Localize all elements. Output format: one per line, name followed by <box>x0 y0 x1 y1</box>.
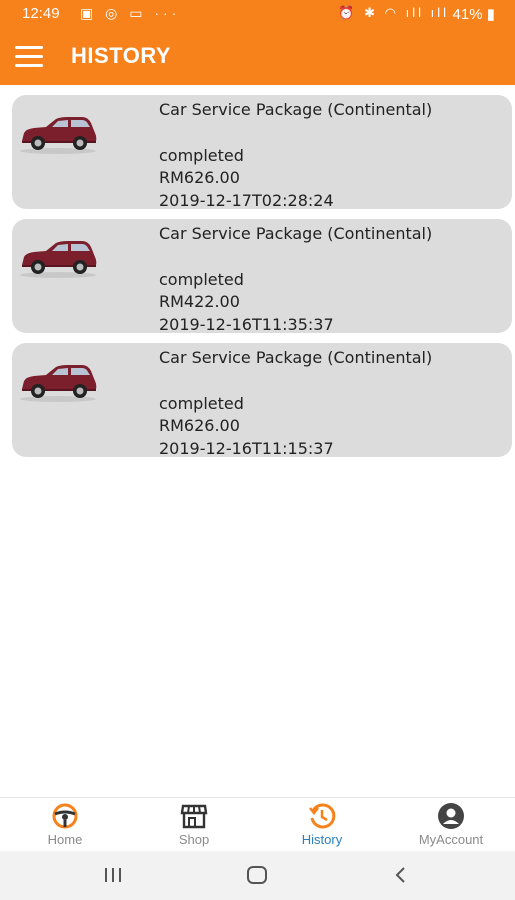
home-icon[interactable] <box>245 865 269 885</box>
status-time: 12:49 <box>22 5 60 22</box>
history-icon <box>309 803 336 829</box>
order-status: completed <box>159 393 244 413</box>
battery-percent: 41% <box>452 6 483 23</box>
service-title: Car Service Package (Continental) <box>159 224 433 243</box>
nav-home-label: Home <box>47 832 83 847</box>
history-item[interactable]: Car Service Package (Continental) comple… <box>12 343 512 460</box>
back-icon[interactable] <box>392 865 410 885</box>
nav-history[interactable]: History <box>267 800 377 850</box>
history-item[interactable]: Car Service Package (Continental) comple… <box>12 219 512 336</box>
recent-apps-icon[interactable] <box>102 865 124 885</box>
nav-shop-label: Shop <box>178 832 210 847</box>
car-icon <box>20 241 97 278</box>
system-status-icons: ⏰ ✱ ◠ ıll ıll <box>338 5 449 20</box>
order-datetime: 2019-12-17T02:28:24 <box>159 190 334 210</box>
order-amount: RM626.00 <box>159 168 240 187</box>
car-icon <box>20 117 97 154</box>
shop-icon <box>180 804 208 829</box>
history-item-details: Car Service Package (Continental) comple… <box>159 347 432 460</box>
nav-shop[interactable]: Shop <box>139 800 249 850</box>
notification-icons: ▣ ◎ ▭ ··· <box>80 5 181 21</box>
order-amount: RM422.00 <box>159 292 240 311</box>
car-icon <box>20 365 97 402</box>
nav-history-label: History <box>301 832 343 847</box>
bottom-nav: Home Shop History MyAccount <box>0 797 515 851</box>
screen: 12:49 ▣ ◎ ▭ ··· ⏰ ✱ ◠ ıll ıll 41% ▮ HIST… <box>0 0 515 900</box>
account-icon <box>438 803 464 829</box>
order-status: completed <box>159 269 244 289</box>
service-title: Car Service Package (Continental) <box>159 100 433 119</box>
system-nav-bar <box>0 851 515 900</box>
status-bar: 12:49 ▣ ◎ ▭ ··· ⏰ ✱ ◠ ıll ıll 41% ▮ <box>0 0 515 28</box>
order-status: completed <box>159 145 244 165</box>
app-bar: HISTORY <box>0 28 515 85</box>
nav-myaccount[interactable]: MyAccount <box>396 800 506 850</box>
battery-level: 41% ▮ <box>453 5 495 23</box>
order-datetime: 2019-12-16T11:35:37 <box>159 314 334 334</box>
service-title: Car Service Package (Continental) <box>159 348 433 367</box>
battery-icon: ▮ <box>486 6 495 23</box>
history-item-details: Car Service Package (Continental) comple… <box>159 223 432 336</box>
order-datetime: 2019-12-16T11:15:37 <box>159 438 334 458</box>
history-item-details: Car Service Package (Continental) comple… <box>159 99 432 212</box>
steering-wheel-icon <box>52 803 78 829</box>
nav-myaccount-label: MyAccount <box>418 832 484 847</box>
history-item[interactable]: Car Service Package (Continental) comple… <box>12 95 512 212</box>
hamburger-menu-icon[interactable] <box>15 46 43 68</box>
order-amount: RM626.00 <box>159 416 240 435</box>
nav-home[interactable]: Home <box>10 800 120 850</box>
history-list: Car Service Package (Continental) comple… <box>12 95 512 467</box>
page-title: HISTORY <box>71 43 172 68</box>
